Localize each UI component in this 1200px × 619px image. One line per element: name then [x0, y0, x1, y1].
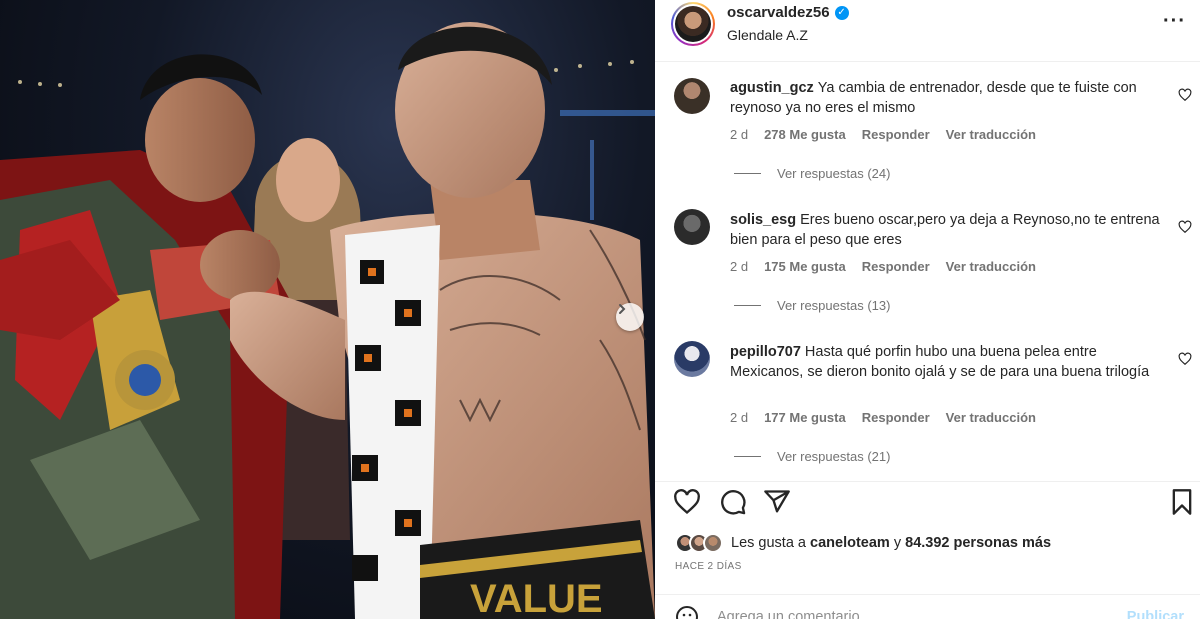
- likes-middle: y: [893, 535, 902, 551]
- view-replies-label: Ver respuestas (13): [777, 298, 891, 313]
- translate-button[interactable]: Ver traducción: [946, 410, 1036, 425]
- comment-age: 2 d: [730, 259, 749, 274]
- post-header: oscarvaldez56 ✓ Glendale A.Z ···: [655, 0, 1200, 62]
- commenter-avatar[interactable]: [674, 341, 710, 377]
- share-send-icon[interactable]: [763, 488, 791, 516]
- next-photo-button[interactable]: [616, 303, 644, 331]
- view-replies-button[interactable]: Ver respuestas (24): [734, 166, 890, 181]
- comment-age: 2 d: [730, 410, 749, 425]
- like-comment-icon[interactable]: [1178, 88, 1192, 102]
- translate-button[interactable]: Ver traducción: [946, 259, 1036, 274]
- comment-body: agustin_gcz Ya cambia de entrenador, desd…: [730, 78, 1160, 118]
- comment-bubble-icon[interactable]: [719, 488, 747, 516]
- replies-divider: [734, 305, 761, 306]
- view-replies-button[interactable]: Ver respuestas (21): [734, 449, 890, 464]
- commenter-avatar[interactable]: [674, 209, 710, 245]
- comment-body: pepillo707 Hasta qué porfin hubo una buen…: [730, 342, 1160, 382]
- view-replies-label: Ver respuestas (21): [777, 449, 891, 464]
- like-comment-icon[interactable]: [1178, 352, 1192, 366]
- comment-age: 2 d: [730, 127, 749, 142]
- boxers-photo-illustration: VALUE: [0, 22, 655, 619]
- comment-likes[interactable]: 278 Me gusta: [764, 127, 846, 142]
- liker-username[interactable]: caneloteam: [810, 535, 890, 551]
- save-bookmark-icon[interactable]: [1168, 488, 1196, 516]
- comment-meta: 2 d 175 Me gusta Responder Ver traducció…: [730, 259, 1036, 274]
- publish-button[interactable]: Publicar: [1127, 609, 1184, 619]
- post-location[interactable]: Glendale A.Z: [727, 27, 808, 43]
- comments-list: agustin_gcz Ya cambia de entrenador, desd…: [655, 63, 1200, 481]
- reply-button[interactable]: Responder: [862, 127, 930, 142]
- commenter-username[interactable]: agustin_gcz: [730, 80, 814, 96]
- likes-text: Les gusta a caneloteam y 84.392 personas…: [731, 535, 1051, 551]
- comment-likes[interactable]: 175 Me gusta: [764, 259, 846, 274]
- comment-input[interactable]: [717, 603, 1117, 619]
- svg-text:VALUE: VALUE: [470, 577, 603, 619]
- comment-composer: Publicar: [655, 594, 1200, 619]
- reply-button[interactable]: Responder: [862, 410, 930, 425]
- commenter-username[interactable]: solis_esg: [730, 212, 796, 228]
- translate-button[interactable]: Ver traducción: [946, 127, 1036, 142]
- like-comment-icon[interactable]: [1178, 220, 1192, 234]
- author-avatar[interactable]: [671, 2, 715, 46]
- view-replies-button[interactable]: Ver respuestas (13): [734, 298, 890, 313]
- commenter-avatar[interactable]: [674, 78, 710, 114]
- like-heart-icon[interactable]: [673, 488, 701, 516]
- likes-prefix: Les gusta a: [731, 535, 806, 551]
- chevron-right-icon: [619, 304, 626, 314]
- replies-divider: [734, 456, 761, 457]
- reply-button[interactable]: Responder: [862, 259, 930, 274]
- comment-body: solis_esg Eres bueno oscar,pero ya deja a…: [730, 210, 1160, 250]
- liker-avatar[interactable]: [703, 533, 723, 553]
- commenter-username[interactable]: pepillo707: [730, 344, 801, 360]
- verified-badge-icon: ✓: [834, 5, 849, 20]
- author-username[interactable]: oscarvaldez56: [727, 4, 830, 21]
- post-photo: VALUE: [0, 0, 655, 619]
- others-likes-count[interactable]: 84.392 personas más: [905, 535, 1051, 551]
- emoji-icon[interactable]: [675, 605, 699, 619]
- author-username-row: oscarvaldez56 ✓: [727, 4, 849, 21]
- view-replies-label: Ver respuestas (24): [777, 166, 891, 181]
- post-details-panel: oscarvaldez56 ✓ Glendale A.Z ··· agustin…: [655, 0, 1200, 619]
- post-actions-bar: [655, 481, 1200, 521]
- likes-summary: Les gusta a caneloteam y 84.392 personas…: [675, 533, 1051, 553]
- post-timestamp[interactable]: HACE 2 DÍAS: [675, 561, 742, 572]
- more-options-icon[interactable]: ···: [1163, 10, 1186, 33]
- comment-meta: 2 d 278 Me gusta Responder Ver traducció…: [730, 127, 1036, 142]
- comment-meta: 2 d 177 Me gusta Responder Ver traducció…: [730, 410, 1036, 425]
- replies-divider: [734, 173, 761, 174]
- comment-likes[interactable]: 177 Me gusta: [764, 410, 846, 425]
